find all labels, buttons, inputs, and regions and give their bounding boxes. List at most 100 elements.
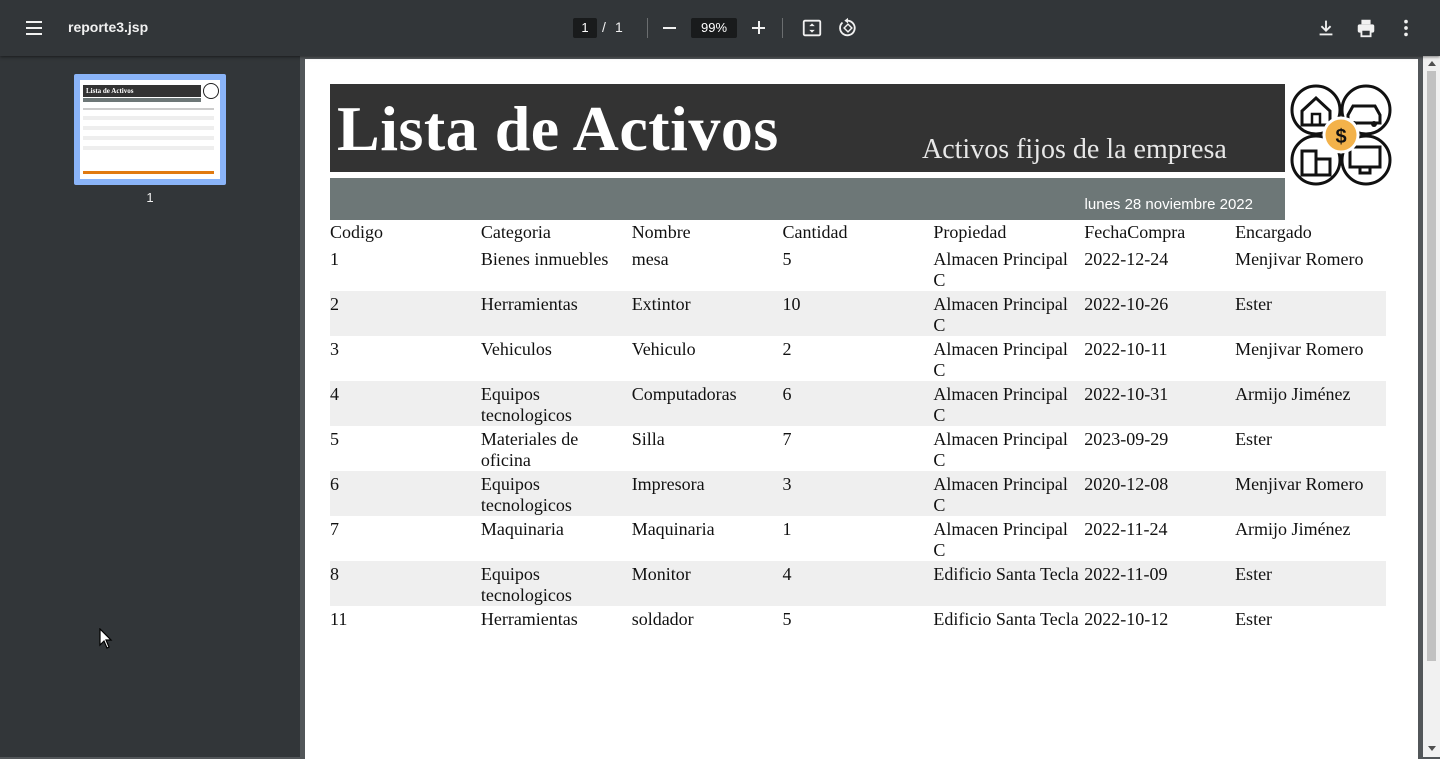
table-cell: Almacen Principal C: [933, 519, 1068, 560]
banner-divider: [330, 172, 1285, 176]
table-cell: Vehiculo: [631, 339, 696, 359]
scroll-down-arrow-icon[interactable]: [1428, 746, 1436, 751]
toolbar-divider: [647, 18, 648, 38]
table-cell: Equipos tecnologicos: [480, 381, 632, 426]
pdf-toolbar: reporte3.jsp 1 / 1 99%: [0, 0, 1440, 56]
column-header: Categoria: [480, 222, 551, 242]
download-icon: [1319, 20, 1333, 36]
rotate-button[interactable]: [834, 14, 862, 42]
report-banner: Lista de Activos Activos fijos de la emp…: [330, 84, 1285, 172]
page-number-input[interactable]: 1: [573, 18, 597, 38]
table-cell: 11: [330, 609, 348, 629]
table-cell: 1: [330, 249, 339, 269]
table-cell: 4: [330, 381, 481, 426]
thumbnail-page-number: 1: [146, 190, 154, 205]
scroll-up-arrow-icon[interactable]: [1428, 61, 1436, 66]
date-bar: lunes 28 noviembre 2022: [330, 178, 1285, 220]
assets-table: Codigo Categoria Nombre Cantidad Propied…: [330, 219, 1386, 648]
table-cell: Materiales de oficina: [480, 429, 579, 470]
table-cell: 3: [330, 339, 339, 359]
table-cell: Almacen Principal C: [933, 249, 1068, 290]
page-separator: /: [602, 19, 606, 35]
column-header: Codigo: [330, 222, 384, 242]
table-cell: 6: [782, 381, 934, 426]
table-cell: Menjivar Romero: [1235, 249, 1364, 269]
table-cell: Bienes inmuebles: [480, 249, 609, 269]
print-icon: [1357, 19, 1375, 38]
table-cell: mesa: [631, 249, 669, 269]
page-thumbnail[interactable]: Lista de Activos: [74, 74, 226, 185]
table-cell: 5: [782, 249, 792, 269]
more-options-button[interactable]: [1392, 14, 1420, 42]
table-cell: Equipos tecnologicos: [480, 471, 632, 516]
zoom-input[interactable]: 99%: [691, 18, 737, 38]
scrollbar-thumb[interactable]: [1427, 71, 1436, 661]
column-header: Nombre: [631, 222, 691, 242]
menu-icon[interactable]: [20, 16, 48, 40]
table-cell: Ester: [1235, 561, 1386, 606]
thumbnail-preview: Lista de Activos: [80, 80, 220, 179]
column-header: Propiedad: [933, 222, 1007, 242]
table-row: 5 Materiales de oficina Silla 7 Almacen Prin…: [330, 426, 1386, 471]
table-cell: Almacen Principal C: [933, 429, 1068, 470]
report-title: Lista de Activos: [337, 93, 779, 164]
column-header: Encargado: [1235, 222, 1312, 242]
table-row: 11 Herramientas soldador 5 Edificio Santa Te…: [330, 606, 1386, 648]
table-row: 3 Vehiculos Vehiculo 2 Almacen Principal C 20…: [330, 336, 1386, 381]
vertical-scrollbar[interactable]: [1423, 56, 1440, 757]
table-cell: Armijo Jiménez: [1235, 381, 1386, 426]
assets-logo-icon: $: [1290, 84, 1392, 186]
table-cell: 7: [782, 429, 792, 449]
table-cell: 10: [782, 291, 934, 336]
table-cell: 2022-12-24: [1084, 249, 1169, 269]
table-cell: Menjivar Romero: [1235, 471, 1386, 516]
table-cell: 2: [782, 339, 792, 359]
table-cell: Almacen Principal C: [933, 291, 1085, 336]
table-cell: 3: [782, 471, 934, 516]
zoom-in-button[interactable]: [745, 14, 773, 42]
table-cell: 2022-11-09: [1084, 561, 1236, 606]
table-cell: Edificio Santa Tecla: [933, 561, 1085, 606]
table-cell: 2022-10-12: [1084, 609, 1169, 629]
column-header: FechaCompra: [1084, 222, 1186, 242]
table-cell: Impresora: [631, 471, 783, 516]
table-cell: Ester: [1235, 429, 1273, 449]
table-cell: 2022-10-31: [1084, 381, 1236, 426]
document-title: reporte3.jsp: [68, 19, 149, 35]
table-row: 1 Bienes inmuebles mesa 5 Almacen Principal …: [330, 246, 1386, 291]
table-cell: Monitor: [631, 561, 783, 606]
table-cell: Almacen Principal C: [933, 381, 1085, 426]
report-date: lunes 28 noviembre 2022: [1084, 196, 1253, 213]
print-button[interactable]: [1352, 14, 1380, 42]
table-cell: 7: [330, 519, 339, 539]
table-cell: 2: [330, 291, 481, 336]
svg-text:$: $: [1335, 126, 1346, 148]
table-cell: 6: [330, 471, 481, 516]
minus-icon: [663, 27, 676, 29]
fit-page-button[interactable]: [798, 14, 826, 42]
toolbar-divider: [782, 18, 783, 38]
table-cell: Computadoras: [631, 381, 783, 426]
table-cell: 5: [782, 609, 792, 629]
table-cell: Almacen Principal C: [933, 339, 1068, 380]
column-header: Cantidad: [782, 222, 848, 242]
table-cell: 2023-09-29: [1084, 429, 1169, 449]
table-cell: 1: [782, 519, 792, 539]
table-cell: Maquinaria: [631, 519, 715, 539]
fit-page-icon: [802, 19, 822, 37]
mouse-cursor-icon: [99, 628, 113, 649]
table-row: 4 Equipos tecnologicos Computadoras 6 Almace…: [330, 381, 1386, 426]
table-cell: Maquinaria: [480, 519, 564, 539]
download-button[interactable]: [1312, 14, 1340, 42]
zoom-out-button[interactable]: [656, 14, 684, 42]
table-cell: Ester: [1235, 291, 1386, 336]
table-cell: 2022-11-24: [1084, 519, 1168, 539]
table-cell: 2020-12-08: [1084, 471, 1236, 516]
table-cell: 4: [782, 561, 934, 606]
table-cell: Herramientas: [480, 291, 632, 336]
more-vert-icon: [1404, 19, 1408, 37]
table-cell: 2022-10-26: [1084, 291, 1236, 336]
table-cell: Menjivar Romero: [1235, 339, 1364, 359]
table-row: 7 Maquinaria Maquinaria 1 Almacen Principal …: [330, 516, 1386, 561]
rotate-icon: [839, 17, 856, 37]
